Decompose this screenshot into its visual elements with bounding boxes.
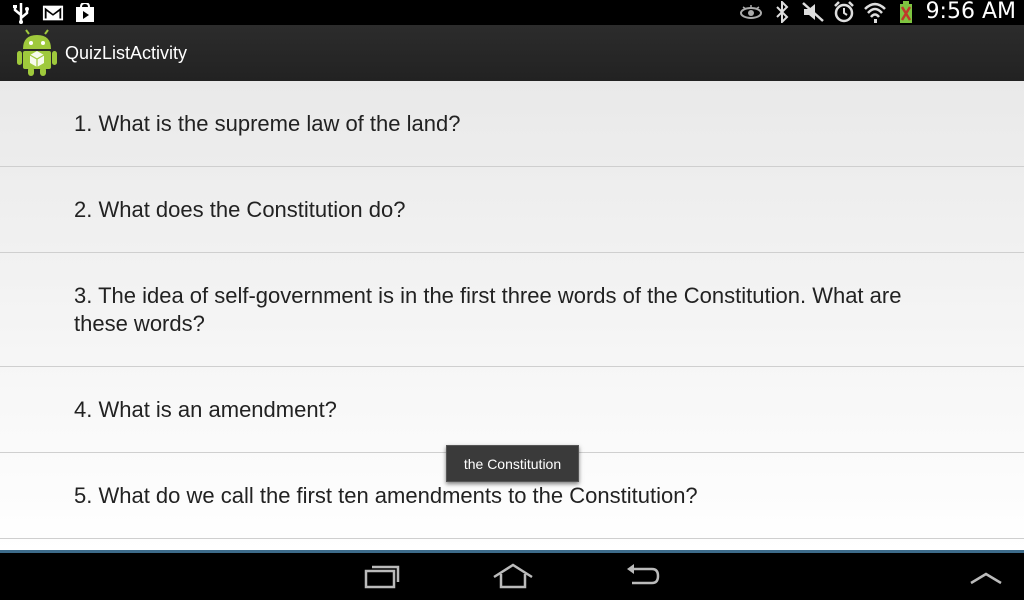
list-item-label: 2. What does the Constitution do? — [74, 196, 406, 222]
eye-icon — [739, 1, 762, 23]
mute-icon — [801, 1, 824, 23]
bluetooth-icon — [771, 1, 793, 23]
battery-icon — [895, 1, 917, 23]
android-icon[interactable] — [15, 29, 59, 77]
list-item-label: 4. What is an amendment? — [74, 396, 337, 422]
list-item-label: 1. What is the supreme law of the land? — [74, 110, 461, 136]
list-item[interactable]: 1. What is the supreme law of the land? — [0, 81, 1024, 167]
status-time: 9:56 AM — [925, 0, 1016, 24]
back-icon[interactable] — [622, 561, 662, 591]
list-item[interactable]: 2. What does the Constitution do? — [0, 167, 1024, 253]
play-store-icon — [74, 2, 96, 24]
toast-message: the Constitution — [446, 445, 579, 482]
menu-up-icon[interactable] — [966, 561, 1006, 591]
page-title: QuizListActivity — [65, 43, 188, 63]
list-item-label: 3. The idea of self-government is in the… — [74, 282, 902, 336]
list-item[interactable]: 4. What is an amendment? — [0, 367, 1024, 453]
alarm-icon — [833, 1, 855, 23]
home-icon[interactable] — [491, 561, 533, 591]
navigation-bar — [0, 553, 1024, 600]
list-item[interactable]: 3. The idea of self-government is in the… — [0, 253, 1024, 367]
usb-icon — [10, 2, 32, 24]
list-item-label: 5. What do we call the first ten amendme… — [74, 482, 698, 508]
recent-apps-icon[interactable] — [362, 561, 402, 591]
gmail-icon — [42, 2, 64, 24]
status-bar: 9:56 AM — [0, 0, 1024, 25]
action-bar: QuizListActivity — [0, 25, 1024, 82]
wifi-icon — [863, 1, 886, 23]
